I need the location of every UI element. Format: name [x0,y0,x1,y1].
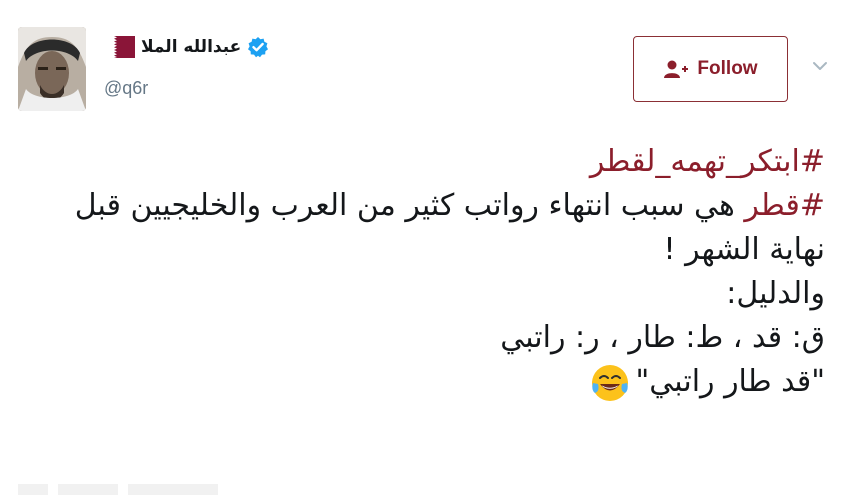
hashtag-link[interactable]: #ابتكر_تهمه_لقطر [25,140,825,184]
tweet-line-text: هي سبب انتهاء رواتب كثير من العرب والخلي… [74,188,745,223]
add-user-icon [664,60,689,78]
tweet-line: ق: قد ، ط: طار ، ر: راتبي [500,320,825,355]
truncated-footer-text [18,484,218,495]
tweet-line: #قطر هي سبب انتهاء رواتب كثير من العرب و… [25,184,825,228]
tweet-line: "قد طار راتبي" [25,360,825,404]
tweet-text: #ابتكر_تهمه_لقطر #قطر هي سبب انتهاء روات… [25,140,825,404]
user-name-row: عبدالله الملا [104,34,269,60]
tweet-line: نهاية الشهر ! [663,232,825,267]
verified-badge-icon [248,37,269,58]
avatar-photo [18,27,86,111]
avatar[interactable] [18,27,86,111]
qatar-flag-icon [104,36,135,58]
hashtag-link[interactable]: #قطر [744,188,825,223]
user-handle[interactable]: @q6r [104,78,148,99]
follow-label: Follow [697,58,758,79]
display-name[interactable]: عبدالله الملا [141,37,241,57]
face-with-tears-of-joy-icon [591,364,628,401]
follow-button[interactable]: Follow [633,36,788,102]
tweet-line: والدليل: [726,276,825,311]
tweet-line-text: "قد طار راتبي" [635,364,826,399]
chevron-down-icon[interactable] [812,60,828,72]
